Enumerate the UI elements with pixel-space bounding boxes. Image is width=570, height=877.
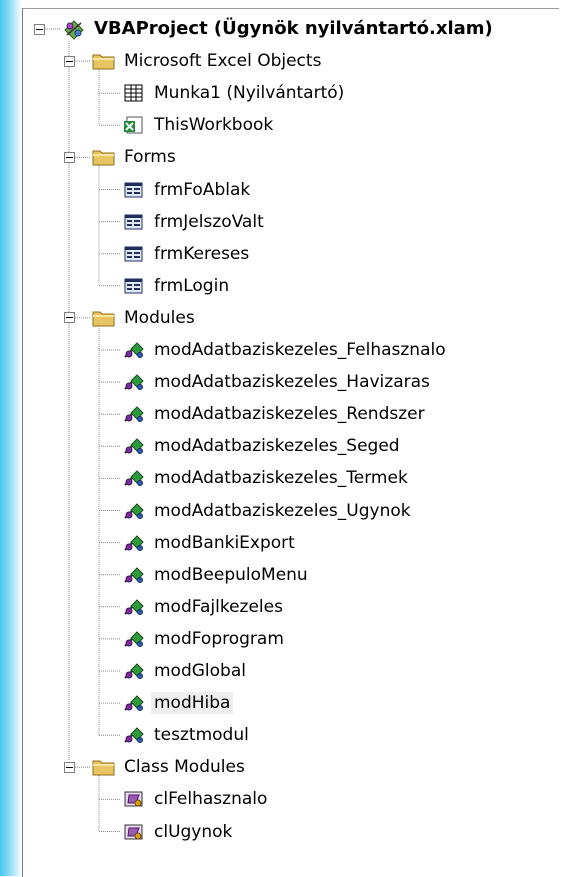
tree-item-modadatbaziskezeles-ugynok[interactable]: modAdatbaziskezeles_Ugynok: [121, 499, 414, 523]
tree-root-vbaproject-label[interactable]: VBAProject (Ügynök nyilvántartó.xlam): [91, 18, 496, 40]
project-explorer-panel: VBAProject (Ügynök nyilvántartó.xlam) Mi…: [22, 8, 559, 877]
decorative-accent-strip: [0, 0, 22, 876]
class-module-icon: [121, 788, 147, 810]
worksheet-icon: [121, 82, 147, 104]
tree-item-modbeepulomenu-label[interactable]: modBeepuloMenu: [151, 564, 311, 586]
module-icon: [121, 660, 147, 682]
tree-item-modadatbaziskezeles-rendszer[interactable]: modAdatbaziskezeles_Rendszer: [121, 402, 428, 426]
class-module-icon: [121, 821, 147, 843]
tree-item-tesztmodul-label[interactable]: tesztmodul: [151, 724, 252, 746]
tree-item-modadatbaziskezeles-termek[interactable]: modAdatbaziskezeles_Termek: [121, 466, 411, 490]
tree-folder-modules[interactable]: Modules: [91, 306, 198, 330]
tree-item-modadatbaziskezeles-havizaras-label[interactable]: modAdatbaziskezeles_Havizaras: [151, 371, 433, 393]
tree-item-modbankiexport-label[interactable]: modBankiExport: [151, 532, 298, 554]
tree-item-modbeepulomenu[interactable]: modBeepuloMenu: [121, 563, 311, 587]
module-icon: [121, 596, 147, 618]
module-icon: [121, 564, 147, 586]
module-icon: [121, 467, 147, 489]
tree-item-munka1-nyilv-ntart--label[interactable]: Munka1 (Nyilvántartó): [151, 82, 347, 104]
module-icon: [121, 628, 147, 650]
tree-item-modadatbaziskezeles-felhasznalo-label[interactable]: modAdatbaziskezeles_Felhasznalo: [151, 339, 449, 361]
tree-item-modadatbaziskezeles-felhasznalo[interactable]: modAdatbaziskezeles_Felhasznalo: [121, 338, 449, 362]
tree-item-thisworkbook-label[interactable]: ThisWorkbook: [151, 114, 276, 136]
tree-item-modfoprogram-label[interactable]: modFoprogram: [151, 628, 287, 650]
userform-icon: [121, 179, 147, 201]
tree-item-modglobal-label[interactable]: modGlobal: [151, 660, 249, 682]
folder-icon: [91, 146, 117, 168]
tree-item-clfelhasznalo[interactable]: clFelhasznalo: [121, 787, 270, 811]
tree-item-frmfoablak-label[interactable]: frmFoAblak: [151, 179, 253, 201]
tree-folder-microsoft-excel-objects[interactable]: Microsoft Excel Objects: [91, 49, 324, 73]
tree-item-modglobal[interactable]: modGlobal: [121, 659, 249, 683]
tree-item-modadatbaziskezeles-havizaras[interactable]: modAdatbaziskezeles_Havizaras: [121, 370, 433, 394]
tree-folder-forms-label[interactable]: Forms: [121, 146, 179, 168]
tree-folder-modules-label[interactable]: Modules: [121, 307, 198, 329]
module-icon: [121, 724, 147, 746]
tree-item-modadatbaziskezeles-seged[interactable]: modAdatbaziskezeles_Seged: [121, 434, 403, 458]
module-icon: [121, 371, 147, 393]
collapse-toggle-root[interactable]: [33, 23, 45, 35]
tree-item-clugynok-label[interactable]: clUgynok: [151, 821, 235, 843]
tree-item-modbankiexport[interactable]: modBankiExport: [121, 531, 298, 555]
tree-item-modadatbaziskezeles-rendszer-label[interactable]: modAdatbaziskezeles_Rendszer: [151, 403, 428, 425]
tree-item-frmlogin-label[interactable]: frmLogin: [151, 275, 232, 297]
tree-folder-class-modules-label[interactable]: Class Modules: [121, 756, 248, 778]
tree-item-tesztmodul[interactable]: tesztmodul: [121, 723, 252, 747]
tree-item-clfelhasznalo-label[interactable]: clFelhasznalo: [151, 788, 270, 810]
userform-icon: [121, 211, 147, 233]
tree-item-frmkereses[interactable]: frmKereses: [121, 242, 252, 266]
tree-item-modfajlkezeles[interactable]: modFajlkezeles: [121, 595, 286, 619]
collapse-toggle-class-modules[interactable]: [63, 761, 75, 773]
tree-item-frmkereses-label[interactable]: frmKereses: [151, 243, 252, 265]
tree-item-modfajlkezeles-label[interactable]: modFajlkezeles: [151, 596, 286, 618]
tree-item-munka1-nyilv-ntart-[interactable]: Munka1 (Nyilvántartó): [121, 81, 347, 105]
folder-icon: [91, 50, 117, 72]
tree-item-frmfoablak[interactable]: frmFoAblak: [121, 178, 253, 202]
module-icon: [121, 339, 147, 361]
tree-item-modadatbaziskezeles-termek-label[interactable]: modAdatbaziskezeles_Termek: [151, 467, 411, 489]
tree-item-modadatbaziskezeles-ugynok-label[interactable]: modAdatbaziskezeles_Ugynok: [151, 500, 414, 522]
tree-item-frmjelszovalt[interactable]: frmJelszoValt: [121, 210, 267, 234]
tree-folder-microsoft-excel-objects-label[interactable]: Microsoft Excel Objects: [121, 50, 324, 72]
tree-folder-class-modules[interactable]: Class Modules: [91, 755, 248, 779]
vba-project-icon: [61, 18, 87, 40]
userform-icon: [121, 243, 147, 265]
tree-item-clugynok[interactable]: clUgynok: [121, 820, 235, 844]
module-icon: [121, 435, 147, 457]
collapse-toggle-forms[interactable]: [63, 151, 75, 163]
userform-icon: [121, 275, 147, 297]
tree-item-modhiba[interactable]: modHiba: [121, 691, 234, 715]
tree-root-vbaproject[interactable]: VBAProject (Ügynök nyilvántartó.xlam): [61, 17, 496, 41]
tree-item-frmjelszovalt-label[interactable]: frmJelszoValt: [151, 211, 267, 233]
module-icon: [121, 532, 147, 554]
folder-icon: [91, 756, 117, 778]
tree-item-frmlogin[interactable]: frmLogin: [121, 274, 232, 298]
module-icon: [121, 692, 147, 714]
tree-item-thisworkbook[interactable]: ThisWorkbook: [121, 113, 276, 137]
tree-item-modfoprogram[interactable]: modFoprogram: [121, 627, 287, 651]
folder-icon: [91, 307, 117, 329]
module-icon: [121, 500, 147, 522]
tree-item-modhiba-label[interactable]: modHiba: [151, 692, 234, 715]
workbook-icon: [121, 114, 147, 136]
tree-item-modadatbaziskezeles-seged-label[interactable]: modAdatbaziskezeles_Seged: [151, 435, 403, 457]
collapse-toggle-modules[interactable]: [63, 312, 75, 324]
collapse-toggle-microsoft-excel-objects[interactable]: [63, 55, 75, 67]
module-icon: [121, 403, 147, 425]
tree-folder-forms[interactable]: Forms: [91, 145, 179, 169]
